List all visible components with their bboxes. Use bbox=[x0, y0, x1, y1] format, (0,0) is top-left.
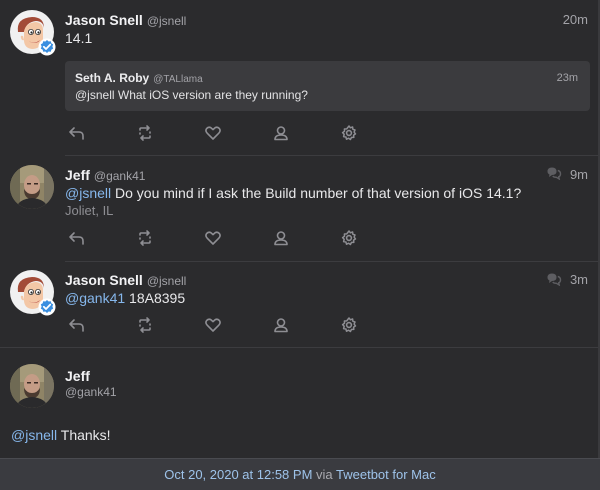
tweet-text: @jsnell Do you mind if I ask the Build n… bbox=[65, 185, 521, 201]
author-name-text: Jason Snell bbox=[65, 272, 143, 288]
mention-link[interactable]: @jsnell bbox=[11, 427, 57, 443]
avatar-jason-snell[interactable] bbox=[10, 10, 54, 54]
avatar-jeff[interactable] bbox=[10, 364, 54, 408]
reply-icon[interactable] bbox=[68, 229, 86, 247]
author-name-text: Jason Snell bbox=[65, 12, 143, 28]
author-handle: @jsnell bbox=[146, 14, 187, 28]
avatar-jeff[interactable] bbox=[10, 165, 54, 209]
author-name[interactable]: Jason Snell @jsnell bbox=[65, 12, 186, 28]
retweet-icon[interactable] bbox=[136, 124, 154, 142]
like-icon[interactable] bbox=[204, 229, 222, 247]
tweet-text: 14.1 bbox=[65, 30, 93, 46]
profile-icon[interactable] bbox=[272, 229, 290, 247]
quoted-author-name: Seth A. Roby bbox=[75, 71, 150, 85]
focused-text-content: Thanks! bbox=[57, 427, 111, 443]
quoted-time: 23m bbox=[556, 72, 578, 84]
focused-tweet-text: @jsnell Thanks! bbox=[11, 427, 111, 443]
tweet-time: 9m bbox=[569, 167, 588, 182]
via-text: via bbox=[312, 467, 337, 482]
profile-icon[interactable] bbox=[272, 124, 290, 142]
divider bbox=[65, 155, 598, 156]
tweet-location[interactable]: Joliet, IL bbox=[65, 203, 113, 218]
author-handle: @gank41 bbox=[93, 169, 146, 183]
focused-author-name[interactable]: Jeff bbox=[65, 368, 90, 384]
focused-author-handle[interactable]: @gank41 bbox=[65, 385, 117, 399]
quoted-author-handle: @TALlama bbox=[153, 74, 203, 85]
quoted-text: @jsnell What iOS version are they runnin… bbox=[75, 88, 308, 102]
tweet-meta-footer: Oct 20, 2020 at 12:58 PM via Tweetbot fo… bbox=[0, 458, 600, 490]
author-handle: @jsnell bbox=[146, 274, 187, 288]
tweet-time: 20m bbox=[562, 12, 588, 27]
author-name[interactable]: Jason Snell @jsnell bbox=[65, 272, 186, 288]
retweet-icon[interactable] bbox=[136, 229, 154, 247]
divider bbox=[0, 347, 598, 348]
client-link[interactable]: Tweetbot for Mac bbox=[336, 467, 436, 482]
like-icon[interactable] bbox=[204, 124, 222, 142]
mention-link[interactable]: @gank41 bbox=[65, 290, 125, 306]
mention-link[interactable]: @jsnell bbox=[65, 185, 111, 201]
tweet-text-content: 18A8395 bbox=[125, 290, 186, 306]
settings-icon[interactable] bbox=[340, 229, 358, 247]
avatar-jason-snell[interactable] bbox=[10, 270, 54, 314]
tweet-date-link[interactable]: Oct 20, 2020 at 12:58 PM bbox=[164, 467, 312, 482]
divider bbox=[65, 261, 598, 262]
settings-icon[interactable] bbox=[340, 124, 358, 142]
like-icon[interactable] bbox=[204, 316, 222, 334]
verified-icon bbox=[38, 38, 56, 56]
quoted-author: Seth A. Roby @TALlama bbox=[75, 71, 203, 85]
author-name-text: Jeff bbox=[65, 167, 90, 183]
tweet-text-content: Do you mind if I ask the Build number of… bbox=[111, 185, 522, 201]
conversation-icon bbox=[546, 166, 562, 180]
quoted-tweet[interactable]: Seth A. Roby @TALlama 23m @jsnell What iO… bbox=[65, 61, 590, 111]
settings-icon[interactable] bbox=[340, 316, 358, 334]
author-name[interactable]: Jeff @gank41 bbox=[65, 167, 145, 183]
tweet-text: @gank41 18A8395 bbox=[65, 290, 185, 306]
tweet-time: 3m bbox=[569, 272, 588, 287]
verified-icon bbox=[38, 298, 56, 316]
retweet-icon[interactable] bbox=[136, 316, 154, 334]
conversation-icon bbox=[546, 272, 562, 286]
reply-icon[interactable] bbox=[68, 316, 86, 334]
profile-icon[interactable] bbox=[272, 316, 290, 334]
reply-icon[interactable] bbox=[68, 124, 86, 142]
